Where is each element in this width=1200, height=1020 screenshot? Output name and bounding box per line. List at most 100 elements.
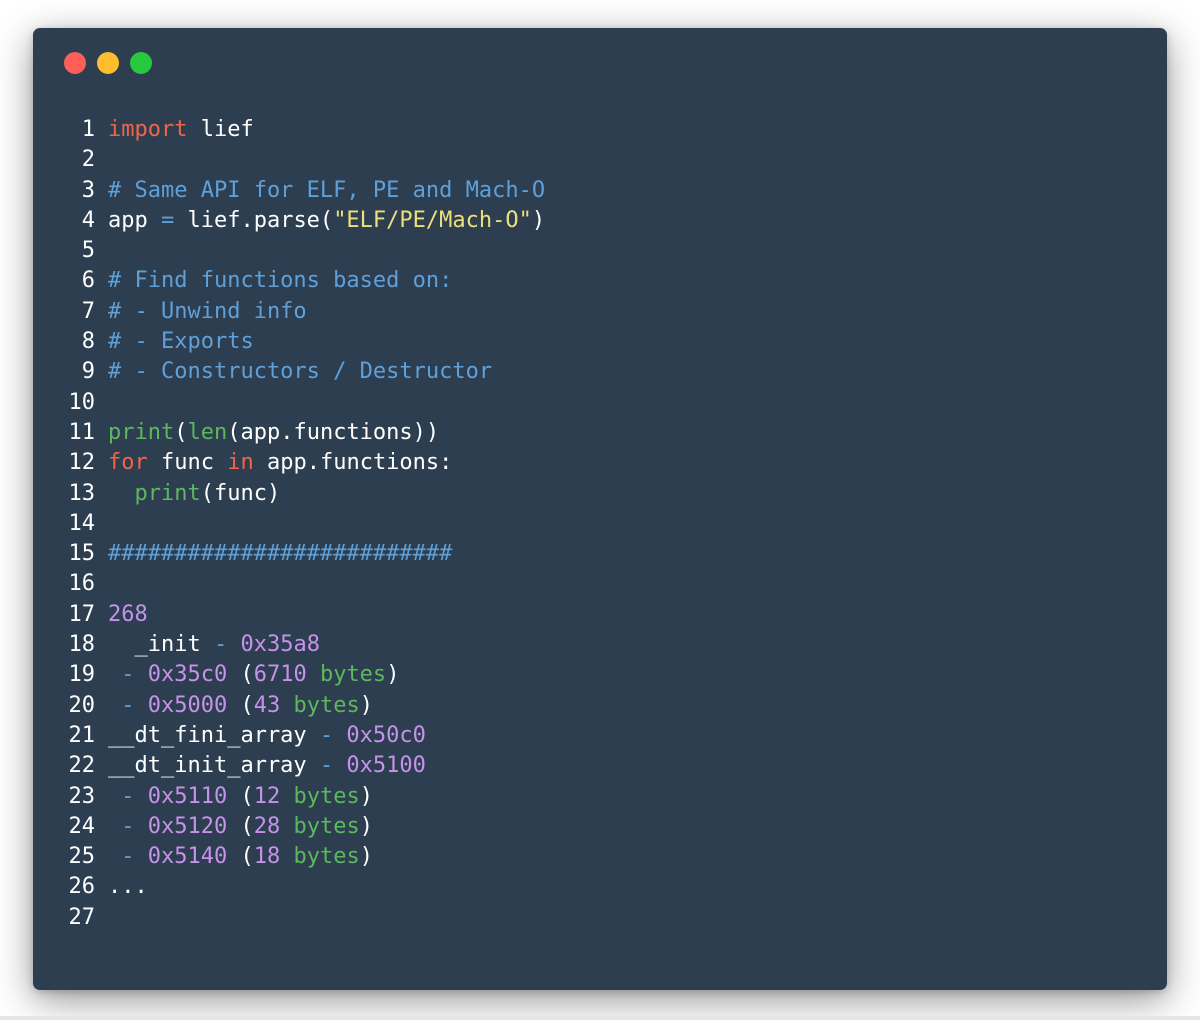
maximize-window-icon[interactable] [130, 52, 152, 74]
line-number: 2 [81, 147, 95, 173]
operator-token: - [213, 632, 228, 658]
code-line: 1 import lief [68, 115, 545, 145]
number-token: 43 [253, 692, 281, 718]
code-token: ) [359, 813, 373, 839]
code-token: __dt_init_array [108, 753, 320, 779]
code-line: 11 print(len(app.functions)) [68, 418, 545, 448]
code-token: ) [386, 662, 400, 688]
line-number: 15 [68, 541, 96, 567]
code-token: (app.functions)) [227, 419, 440, 445]
function-token: print [108, 419, 175, 445]
minimize-window-icon[interactable] [97, 52, 119, 74]
operator-token: = [160, 207, 175, 233]
number-token: 12 [253, 783, 281, 809]
line-number: 13 [68, 480, 96, 506]
code-line: 5 [68, 236, 545, 266]
code-token: (func) [200, 480, 281, 506]
line-number: 10 [68, 389, 96, 415]
line-number: 14 [68, 510, 96, 536]
string-token: "ELF/PE/Mach-O" [333, 207, 532, 233]
code-line: 23 - 0x5110 (12 bytes) [68, 782, 545, 812]
code-line: 21 __dt_fini_array - 0x50c0 [68, 721, 545, 751]
code-token: ) [359, 844, 373, 870]
code-line: 13 print(func) [68, 479, 545, 509]
line-number: 25 [68, 844, 96, 870]
code-token: ) [531, 207, 546, 233]
line-number: 27 [68, 904, 96, 930]
code-line: 4 app = lief.parse("ELF/PE/Mach-O") [68, 206, 545, 236]
code-window: 1 import lief 2 3 # Same API for ELF, PE and… [33, 28, 1167, 990]
operator-token: - [319, 753, 334, 779]
line-number: 11 [68, 419, 96, 445]
code-token: func [147, 450, 228, 476]
number-token: 268 [108, 601, 148, 627]
code-token: ) [359, 783, 373, 809]
line-number: 7 [81, 298, 95, 324]
line-number: 20 [68, 692, 96, 718]
code-token: ( [227, 844, 254, 870]
code-line: 14 [68, 509, 545, 539]
code-line: 7 # - Unwind info [68, 297, 545, 327]
operator-token: - [121, 813, 135, 839]
number-token: 0x35a8 [227, 632, 320, 658]
number-token: 28 [253, 813, 281, 839]
code-line: 6 # Find functions based on: [68, 266, 545, 296]
line-number: 9 [81, 359, 95, 385]
operator-token: - [121, 662, 135, 688]
line-number: 3 [81, 177, 95, 203]
line-number: 23 [68, 783, 96, 809]
code-token: _init [108, 632, 214, 658]
code-line: 16 [68, 569, 545, 599]
function-token: bytes [280, 692, 360, 718]
comment-token: ########################## [108, 541, 453, 567]
page-bottom-edge [0, 1016, 1200, 1020]
function-token: bytes [306, 662, 387, 688]
code-token: lief [187, 117, 254, 142]
line-number: 16 [68, 571, 96, 597]
number-token: 0x35c0 [134, 662, 228, 688]
code-token: ( [174, 419, 188, 445]
code-line: 20 - 0x5000 (43 bytes) [68, 691, 545, 721]
comment-token: # - Unwind info [108, 298, 307, 324]
code-token: ... [108, 874, 148, 900]
code-token: ( [227, 692, 254, 718]
number-token: 6710 [253, 662, 307, 688]
code-line: 8 # - Exports [68, 327, 545, 357]
line-number: 22 [68, 753, 96, 779]
line-number: 19 [68, 662, 96, 688]
number-token: 18 [253, 844, 281, 870]
code-line: 27 [68, 903, 545, 933]
comment-token: # - Constructors / Destructor [108, 359, 493, 385]
line-number: 26 [68, 874, 96, 900]
line-number: 4 [81, 207, 95, 233]
code-token: ( [227, 662, 254, 688]
function-token: bytes [280, 813, 360, 839]
code-token: lief.parse( [174, 207, 334, 233]
code-line: 15 ########################## [68, 539, 545, 569]
comment-token: # - Exports [108, 329, 254, 355]
code-token: ) [359, 692, 373, 718]
code-line: 9 # - Constructors / Destructor [68, 357, 545, 387]
code-line: 12 for func in app.functions: [68, 448, 545, 478]
line-number: 18 [68, 632, 96, 658]
number-token: 0x5000 [134, 692, 228, 718]
code-line: 19 - 0x35c0 (6710 bytes) [68, 660, 545, 690]
number-token: 0x5100 [333, 753, 426, 779]
operator-token: - [121, 783, 135, 809]
close-window-icon[interactable] [64, 52, 86, 74]
function-token: print [134, 480, 201, 506]
line-number: 12 [68, 450, 96, 476]
line-number: 5 [81, 238, 95, 264]
code-line: 3 # Same API for ELF, PE and Mach-O [68, 176, 545, 206]
operator-token: - [121, 844, 135, 870]
line-number: 21 [68, 722, 96, 748]
code-block: 1 import lief 2 3 # Same API for ELF, PE and… [68, 115, 546, 933]
code-token: __dt_fini_array [108, 722, 320, 748]
number-token: 0x5120 [134, 813, 228, 839]
code-token: ( [227, 783, 254, 809]
